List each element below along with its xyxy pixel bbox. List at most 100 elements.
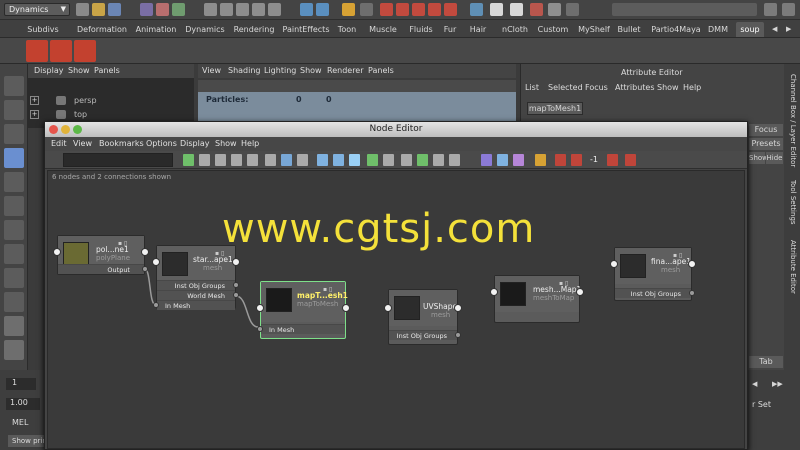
node-output-port[interactable] [232, 258, 240, 266]
attr-inst-obj-groups[interactable]: Inst Obj Groups [389, 330, 457, 340]
node-polyplane[interactable]: pol...ne1 polyPlane ▪ ▯ Output [53, 235, 149, 275]
full-mode-icon[interactable] [349, 154, 360, 166]
soup-tool-1-icon[interactable] [26, 40, 48, 62]
tool-settings-tab[interactable]: Tool Settings [789, 180, 797, 225]
ae-menu-show[interactable]: Show [657, 83, 679, 92]
attribute-editor-toggle-icon[interactable] [782, 3, 795, 16]
add-selected-icon[interactable] [281, 154, 292, 166]
start-value-field[interactable]: 1.00 [6, 398, 40, 410]
shelf-tab-rendering[interactable]: Rendering [231, 22, 277, 37]
last-tool-icon[interactable] [4, 292, 24, 312]
viewport-menu-renderer[interactable]: Renderer [327, 66, 364, 75]
attr-world-mesh[interactable]: World Mesh [157, 290, 235, 300]
ae-focus-button[interactable]: Focus [749, 124, 783, 136]
attr-port[interactable] [455, 332, 461, 338]
pin-icon[interactable] [367, 154, 378, 166]
node-input-port[interactable] [256, 304, 264, 312]
rearrange-graph-icon[interactable] [265, 154, 276, 166]
camera-icon[interactable] [490, 3, 503, 16]
show-manipulator-icon[interactable] [4, 268, 24, 288]
ae-show-button[interactable]: Show [749, 152, 768, 164]
node-input-port[interactable] [53, 248, 61, 256]
shelf-tab-fluids[interactable]: Fluids [406, 22, 436, 37]
frame-all-icon[interactable] [297, 154, 308, 166]
edge-red-4-icon[interactable] [625, 154, 636, 166]
edge-red-3-icon[interactable] [607, 154, 618, 166]
expand-icon[interactable]: + [30, 110, 39, 119]
attr-inst-obj-groups[interactable]: Inst Obj Groups [615, 288, 691, 298]
history-icon[interactable] [300, 3, 313, 16]
shelf-tab-animation[interactable]: Animation [134, 22, 178, 37]
ne-menu-options[interactable]: Options [146, 139, 177, 148]
channel-box-tab[interactable]: Channel Box / Layer Editor [789, 74, 797, 167]
ae-presets-button[interactable]: Presets [749, 138, 783, 150]
ae-hide-button[interactable]: Hide [766, 152, 783, 164]
node-startshape[interactable]: star...ape1 mesh ▪ ▯ Inst Obj Groups Wor… [152, 245, 240, 310]
outliner-menu-panels[interactable]: Panels [94, 66, 120, 75]
attr-in-mesh[interactable]: In Mesh [157, 300, 235, 310]
shelf-tab-subdivs[interactable]: Subdivs [22, 22, 64, 37]
viewport-menu-lighting[interactable]: Lighting [264, 66, 296, 75]
outliner-item-persp[interactable]: persp [74, 96, 97, 105]
save-scene-icon[interactable] [108, 3, 121, 16]
connected-mode-icon[interactable] [333, 154, 344, 166]
soft-mod-icon[interactable] [4, 244, 24, 264]
node-mode-icons[interactable]: ▪ ▯ [673, 252, 682, 259]
viewport-menu-shading[interactable]: Shading [228, 66, 261, 75]
node-output-port[interactable] [342, 304, 350, 312]
clear-graph-icon[interactable] [231, 154, 242, 166]
attr-port[interactable] [257, 326, 263, 332]
attr-port[interactable] [153, 302, 159, 308]
grid-icon[interactable] [548, 3, 561, 16]
ne-menu-display[interactable]: Display [180, 139, 210, 148]
ne-menu-edit[interactable]: Edit [51, 139, 67, 148]
render-settings-icon[interactable] [360, 3, 373, 16]
expand-icon[interactable]: + [30, 96, 39, 105]
new-scene-icon[interactable] [76, 3, 89, 16]
lock-icon[interactable] [342, 3, 355, 16]
node-mode-icons[interactable]: ▪ ▯ [559, 280, 568, 287]
ae-menu-selected[interactable]: Selected [548, 83, 583, 92]
shelf-tab-dynamics[interactable]: Dynamics [184, 22, 226, 37]
bookmark-icon[interactable] [401, 154, 412, 166]
edge-red-icon[interactable] [555, 154, 566, 166]
node-maptomesh[interactable]: mapT...esh1 mapToMesh ▪ ▯ In Mesh [256, 281, 350, 339]
node-input-port[interactable] [152, 258, 160, 266]
shelf-tab-myshelf[interactable]: MyShelf [575, 22, 613, 37]
snap-surface-icon[interactable] [268, 3, 281, 16]
layout-four-icon[interactable] [4, 340, 24, 360]
shelf-tab-ncloth[interactable]: nCloth [497, 22, 533, 37]
render-globals-icon[interactable] [444, 3, 457, 16]
ne-menu-show[interactable]: Show [215, 139, 237, 148]
shelf-tab-muscle[interactable]: Muscle [366, 22, 400, 37]
attr-output[interactable]: Output [58, 264, 144, 274]
node-output-port[interactable] [141, 248, 149, 256]
sym-icon[interactable] [470, 3, 483, 16]
snap-point-icon[interactable] [236, 3, 249, 16]
shelf-scroll-right-icon[interactable]: ▶ [786, 25, 791, 33]
hypershade-icon[interactable] [428, 3, 441, 16]
move-tool-icon[interactable] [4, 148, 24, 168]
inputs-icon[interactable] [316, 3, 329, 16]
shelf-tab-dmm[interactable]: DMM [706, 22, 730, 37]
shelf-tab-painteffects[interactable]: PaintEffects [282, 22, 330, 37]
paint-select-icon[interactable] [4, 124, 24, 144]
graph-input-icon[interactable] [183, 154, 194, 166]
current-frame-field[interactable]: 1 [6, 378, 36, 390]
ne-menu-view[interactable]: View [73, 139, 92, 148]
shelf-tab-hair[interactable]: Hair [465, 22, 491, 37]
lasso-tool-icon[interactable] [4, 100, 24, 120]
layout-single-icon[interactable] [4, 316, 24, 336]
node-finalshape[interactable]: fina...ape1 mesh ▪ ▯ Inst Obj Groups [610, 247, 696, 301]
node-output-port[interactable] [454, 304, 462, 312]
attr-inst-obj-groups[interactable]: Inst Obj Groups [157, 280, 235, 290]
select-tool-icon[interactable] [4, 76, 24, 96]
ae-menu-help[interactable]: Help [683, 83, 701, 92]
shelf-tab-toon[interactable]: Toon [335, 22, 359, 37]
swatch-3-icon[interactable] [513, 154, 524, 166]
select-component-icon[interactable] [172, 3, 185, 16]
bookmark-add-icon[interactable] [417, 154, 428, 166]
view-icon[interactable] [510, 3, 523, 16]
node-output-port[interactable] [688, 260, 696, 268]
attribute-editor-tab[interactable]: Attribute Editor [789, 240, 797, 294]
